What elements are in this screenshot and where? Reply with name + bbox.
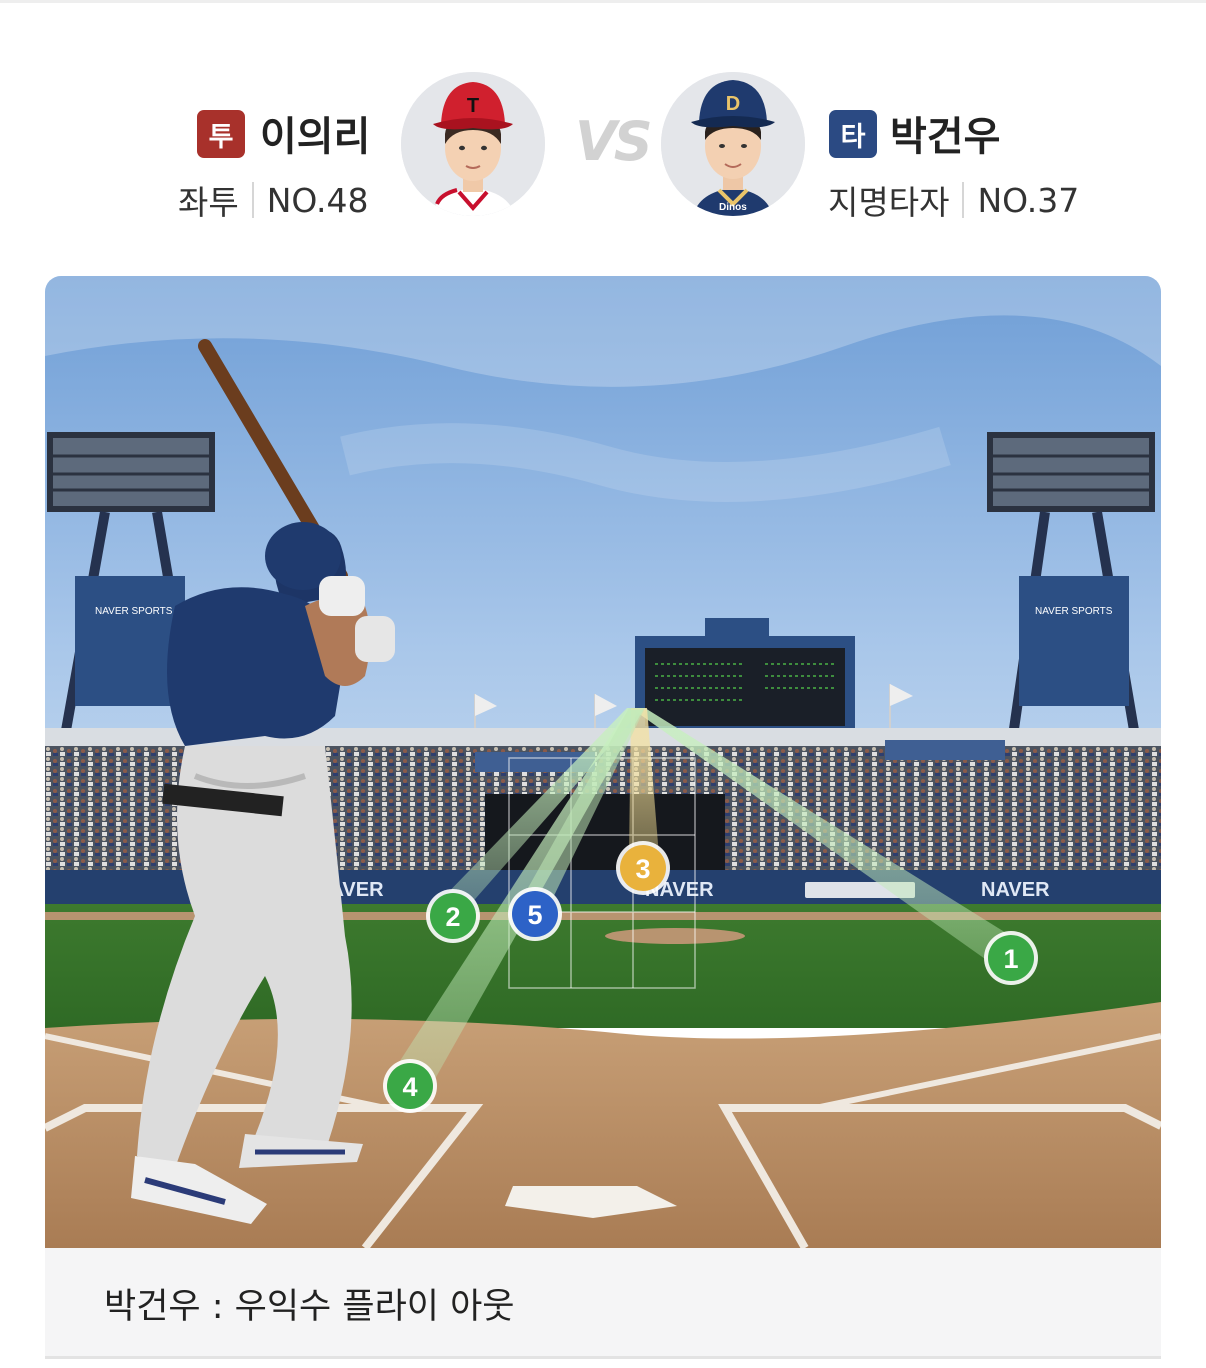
pitch-number: 5: [527, 900, 542, 930]
at-bat-result: 박건우 : 우익수 플라이 아웃: [45, 1248, 1161, 1356]
pitcher-info: 좌투 NO.48: [178, 176, 369, 224]
pitcher-number: NO.48: [266, 180, 369, 220]
pitch-marker-3[interactable]: 3: [616, 841, 670, 895]
pitcher-role-badge: 투: [197, 110, 245, 158]
ad-text: NAVER: [981, 879, 1050, 901]
vs-label: VS: [575, 110, 653, 173]
pitch-marker-1[interactable]: 1: [984, 931, 1038, 985]
svg-text:NAVER SPORTS: NAVER SPORTS: [95, 606, 173, 617]
svg-text:D: D: [726, 93, 740, 115]
pitch-marker-2[interactable]: 2: [426, 889, 480, 943]
pitcher-avatar[interactable]: T: [401, 72, 545, 216]
batter-position: 지명타자: [828, 183, 950, 222]
batter-avatar[interactable]: Dinos D: [661, 72, 805, 216]
batter-number: NO.37: [977, 180, 1080, 220]
pitch-number: 1: [1003, 944, 1018, 974]
batter-role-badge: 타: [829, 110, 877, 158]
pitch-marker-5[interactable]: 5: [508, 887, 562, 941]
at-bat-result-text: 박건우 : 우익수 플라이 아웃: [104, 1287, 515, 1327]
pitch-number: 2: [445, 902, 460, 932]
pitch-number: 4: [402, 1072, 417, 1102]
svg-text:T: T: [467, 95, 479, 117]
info-separator: [251, 182, 254, 218]
bottom-divider: [45, 1356, 1161, 1359]
pitch-location-field: NAVER SPORTS NAVER SPORTS NAVER NAVER NA…: [45, 276, 1161, 1248]
svg-text:Dinos: Dinos: [719, 202, 747, 213]
stadium-scene: NAVER SPORTS NAVER SPORTS NAVER NAVER NA…: [45, 276, 1161, 1248]
batter-info: 지명타자 NO.37: [828, 176, 1079, 224]
svg-text:NAVER SPORTS: NAVER SPORTS: [1035, 606, 1113, 617]
matchup-header: 투 이의리 좌투 NO.48 T VS Dinos D 타 박건우 지명타자 N…: [0, 0, 1206, 260]
pitch-number: 3: [635, 854, 650, 884]
batter-name[interactable]: 박건우: [890, 104, 1000, 162]
pitch-marker-4[interactable]: 4: [383, 1059, 437, 1113]
pitcher-name[interactable]: 이의리: [260, 104, 370, 162]
info-separator: [962, 182, 965, 218]
pitcher-throw-hand: 좌투: [178, 183, 239, 222]
